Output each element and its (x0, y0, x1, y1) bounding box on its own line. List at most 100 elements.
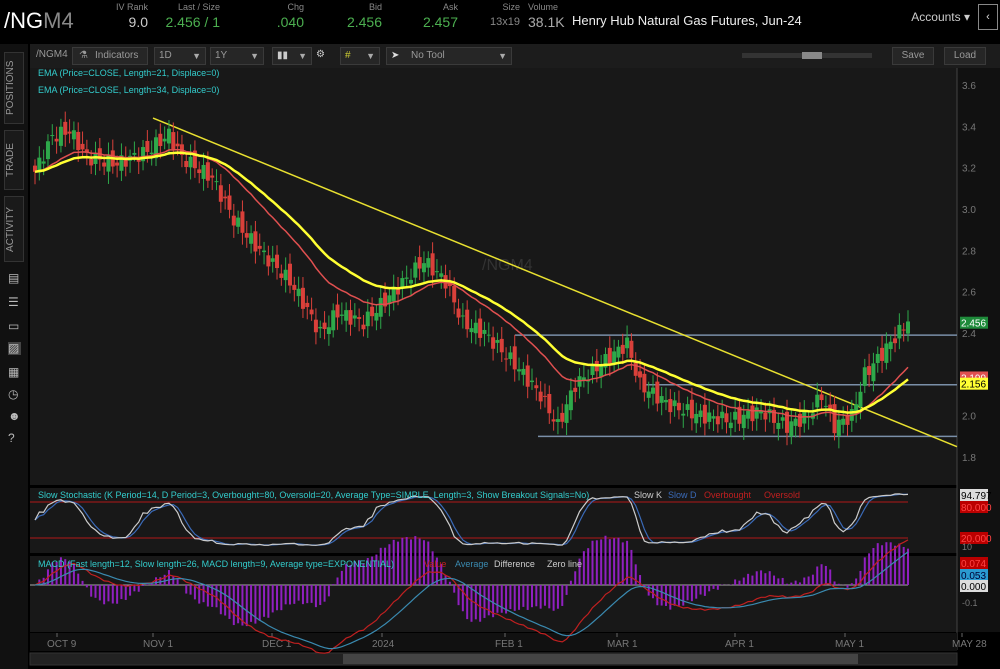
watermark: /NGM4 (482, 257, 533, 274)
candle-up (495, 340, 499, 343)
candle-down (690, 400, 694, 419)
chart-area[interactable]: 3.63.43.23.02.82.62.42.22.01.8OCT 9NOV 1… (0, 0, 1000, 669)
candle-up (871, 363, 875, 381)
candle-up (746, 411, 750, 419)
candle-up (884, 343, 888, 362)
candle-up (707, 412, 711, 421)
candle-up (776, 423, 780, 429)
candle-up (517, 369, 521, 371)
candle-up (625, 338, 629, 349)
candle-down (301, 288, 305, 309)
candle-down (63, 122, 67, 135)
macd-legend-item: Value (424, 559, 446, 569)
stoch-tick: 10 (962, 542, 972, 552)
candle-up (132, 153, 136, 155)
candle-up (379, 298, 383, 317)
candle-down (763, 412, 767, 419)
candle-up (470, 328, 474, 332)
stochastic-legend-item: Overbought (704, 490, 752, 500)
candle-down (504, 358, 508, 359)
candle-down (357, 317, 361, 319)
stochastic-legend-item: Slow K (634, 490, 662, 500)
candle-down (543, 396, 547, 397)
time-tick: FEB 1 (495, 639, 523, 650)
price-tick: 2.8 (962, 246, 976, 257)
candle-down (336, 305, 340, 318)
candle-up (202, 165, 206, 179)
candle-up (647, 392, 651, 398)
candle-up (789, 421, 793, 436)
candle-up (318, 327, 322, 328)
scrollbar-thumb[interactable] (343, 654, 858, 664)
candle-down (750, 406, 754, 422)
candle-down (197, 169, 201, 173)
candle-up (712, 416, 716, 418)
candle-up (565, 404, 569, 423)
candle-up (435, 271, 439, 272)
candle-down (292, 285, 296, 290)
candle-up (374, 313, 378, 321)
candle-down (724, 413, 728, 422)
candle-up (461, 315, 465, 316)
candle-down (431, 253, 435, 275)
candle-down (219, 185, 223, 202)
candle-down (642, 374, 646, 393)
candle-down (547, 394, 551, 413)
candle-down (210, 176, 214, 178)
candle-up (781, 417, 785, 421)
candle-up (150, 153, 154, 154)
candle-down (539, 392, 543, 402)
candle-up (331, 310, 335, 330)
candle-down (638, 371, 642, 377)
candle-down (55, 139, 59, 142)
candle-up (897, 325, 901, 339)
macd-legend-item: Difference (494, 559, 535, 569)
last-price-tag: 2.456 (961, 319, 986, 330)
candle-down (573, 388, 577, 392)
candle-down (227, 196, 231, 210)
candle-down (902, 330, 906, 331)
candle-down (232, 216, 236, 226)
candle-down (452, 286, 456, 302)
time-tick: 2024 (372, 639, 395, 650)
macd-tick: -0.1 (962, 598, 978, 608)
candle-up (599, 366, 603, 377)
candle-up (569, 390, 573, 410)
candle-up (413, 263, 417, 278)
candle-down (465, 310, 469, 330)
candle-down (206, 162, 210, 180)
candle-up (660, 396, 664, 403)
candle-down (361, 325, 365, 330)
candle-up (72, 130, 76, 139)
price-tick: 2.6 (962, 288, 976, 299)
candle-up (474, 323, 478, 333)
candle-up (422, 263, 426, 272)
candle-up (530, 381, 534, 382)
candle-up (699, 411, 703, 418)
candle-up (664, 400, 668, 402)
candle-down (880, 348, 884, 361)
candle-up (405, 278, 409, 279)
ema34-tag: 2.156 (961, 380, 986, 391)
candle-down (621, 345, 625, 354)
candle-up (729, 423, 733, 428)
candle-up (841, 419, 845, 425)
candle-up (271, 258, 275, 262)
candle-down (115, 163, 119, 166)
candle-down (171, 132, 175, 149)
candle-up (189, 157, 193, 168)
candle-up (837, 420, 841, 436)
candle-up (863, 367, 867, 386)
candle-down (820, 394, 824, 400)
candle-up (521, 369, 525, 375)
candle-down (560, 413, 564, 422)
candle-down (534, 385, 538, 388)
ema-34-label: EMA (Price=CLOSE, Length=34, Displace=0) (38, 85, 219, 95)
stochastic-legend-item: Oversold (764, 490, 800, 500)
candle-down (677, 403, 681, 410)
time-tick: NOV 1 (143, 639, 173, 650)
candle-up (612, 351, 616, 364)
stoch-k-tag: 94.797 (961, 491, 992, 502)
candle-up (487, 335, 491, 336)
candle-up (508, 352, 512, 359)
